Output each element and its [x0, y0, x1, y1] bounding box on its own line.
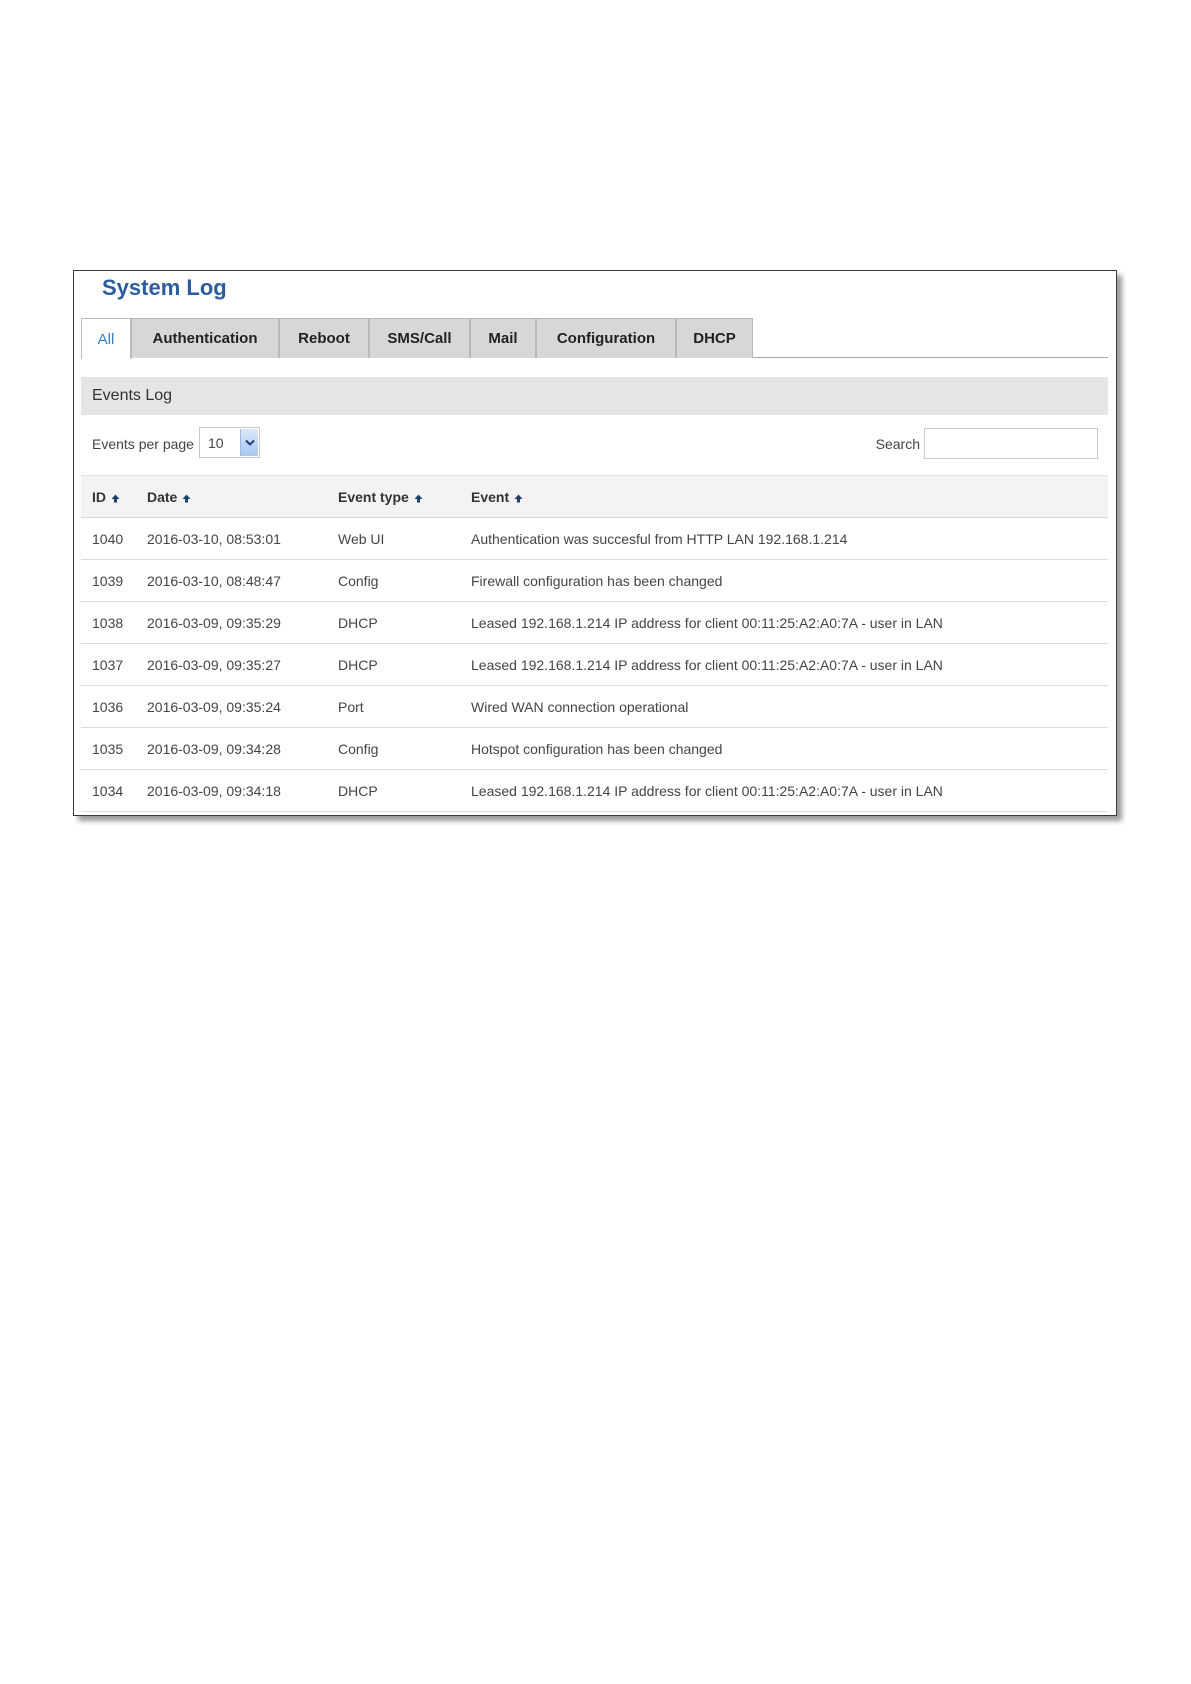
cell-event-type: Port: [338, 699, 364, 715]
cell-date: 2016-03-09, 09:35:24: [147, 699, 281, 715]
table-header-row: ID Date Event type Event: [81, 475, 1108, 518]
sort-up-arrow-icon: [111, 490, 120, 506]
tab-authentication[interactable]: Authentication: [131, 318, 279, 358]
tab-all[interactable]: All: [81, 318, 131, 359]
tab-dhcp[interactable]: DHCP: [676, 318, 753, 358]
cell-date: 2016-03-09, 09:34:28: [147, 741, 281, 757]
column-header-label: Date: [147, 489, 178, 505]
tab-label: Reboot: [298, 330, 350, 347]
tab-label: Mail: [488, 330, 518, 347]
sort-up-arrow-icon: [182, 490, 191, 506]
events-log-header: Events Log: [81, 377, 1108, 415]
cell-event-type: Config: [338, 573, 379, 589]
cell-date: 2016-03-10, 08:53:01: [147, 531, 281, 547]
cell-event: Authentication was succesful from HTTP L…: [471, 531, 848, 547]
table-row: 1039 2016-03-10, 08:48:47 Config Firewal…: [81, 560, 1108, 602]
cell-event: Wired WAN connection operational: [471, 699, 689, 715]
cell-event-type: Web UI: [338, 531, 385, 547]
cell-event-type: DHCP: [338, 657, 378, 673]
section-title: Events Log: [92, 387, 173, 404]
tab-label: SMS/Call: [387, 330, 452, 347]
cell-event: Firewall configuration has been changed: [471, 573, 723, 589]
chevron-down-icon[interactable]: [240, 429, 258, 456]
column-header-label: ID: [92, 489, 106, 505]
table-row: 1037 2016-03-09, 09:35:27 DHCP Leased 19…: [81, 644, 1108, 686]
column-header-event[interactable]: Event: [471, 489, 523, 506]
tab-configuration[interactable]: Configuration: [536, 318, 676, 358]
cell-event: Leased 192.168.1.214 IP address for clie…: [471, 615, 943, 631]
column-header-event-type[interactable]: Event type: [338, 489, 423, 506]
cell-id: 1036: [92, 699, 124, 715]
table-controls: Events per page 10 Search: [81, 419, 1108, 467]
table-row: 1035 2016-03-09, 09:34:28 Config Hotspot…: [81, 728, 1108, 770]
tab-label: Authentication: [152, 330, 258, 347]
tab-mail[interactable]: Mail: [470, 318, 536, 358]
tab-sms-call[interactable]: SMS/Call: [369, 318, 470, 358]
events-per-page-label: Events per page: [92, 436, 194, 452]
cell-id: 1040: [92, 531, 124, 547]
system-log-panel: System Log All Authentication Reboot SMS…: [73, 270, 1117, 816]
cell-date: 2016-03-10, 08:48:47: [147, 573, 281, 589]
cell-event: Leased 192.168.1.214 IP address for clie…: [471, 783, 943, 799]
cell-id: 1034: [92, 783, 124, 799]
sort-up-arrow-icon: [514, 490, 523, 506]
cell-date: 2016-03-09, 09:35:29: [147, 615, 281, 631]
sort-up-arrow-icon: [414, 490, 423, 506]
column-header-id[interactable]: ID: [92, 489, 120, 506]
cell-event-type: Config: [338, 741, 379, 757]
tab-label: Configuration: [556, 330, 656, 347]
events-per-page-value: 10: [208, 435, 224, 451]
table-row: 1034 2016-03-09, 09:34:18 DHCP Leased 19…: [81, 770, 1108, 812]
column-header-label: Event type: [338, 489, 409, 505]
tab-label: All: [97, 330, 115, 348]
page-title: System Log: [102, 275, 227, 300]
cell-date: 2016-03-09, 09:35:27: [147, 657, 281, 673]
column-header-date[interactable]: Date: [147, 489, 191, 506]
cell-event: Hotspot configuration has been changed: [471, 741, 723, 757]
cell-event: Leased 192.168.1.214 IP address for clie…: [471, 657, 943, 673]
events-per-page-select[interactable]: 10: [199, 427, 260, 458]
events-table: ID Date Event type Event 1040 2016-03-10…: [81, 475, 1108, 812]
table-row: 1040 2016-03-10, 08:53:01 Web UI Authent…: [81, 518, 1108, 560]
cell-id: 1039: [92, 573, 124, 589]
table-row: 1036 2016-03-09, 09:35:24 Port Wired WAN…: [81, 686, 1108, 728]
tab-label: DHCP: [693, 330, 736, 347]
cell-id: 1037: [92, 657, 124, 673]
table-row: 1038 2016-03-09, 09:35:29 DHCP Leased 19…: [81, 602, 1108, 644]
tab-reboot[interactable]: Reboot: [279, 318, 369, 358]
search-label: Search: [875, 436, 920, 452]
tab-bar: All Authentication Reboot SMS/Call Mail …: [81, 318, 1108, 359]
cell-event-type: DHCP: [338, 615, 378, 631]
cell-id: 1035: [92, 741, 124, 757]
cell-id: 1038: [92, 615, 124, 631]
column-header-label: Event: [471, 489, 510, 505]
cell-date: 2016-03-09, 09:34:18: [147, 783, 281, 799]
search-input[interactable]: [924, 428, 1098, 459]
cell-event-type: DHCP: [338, 783, 378, 799]
